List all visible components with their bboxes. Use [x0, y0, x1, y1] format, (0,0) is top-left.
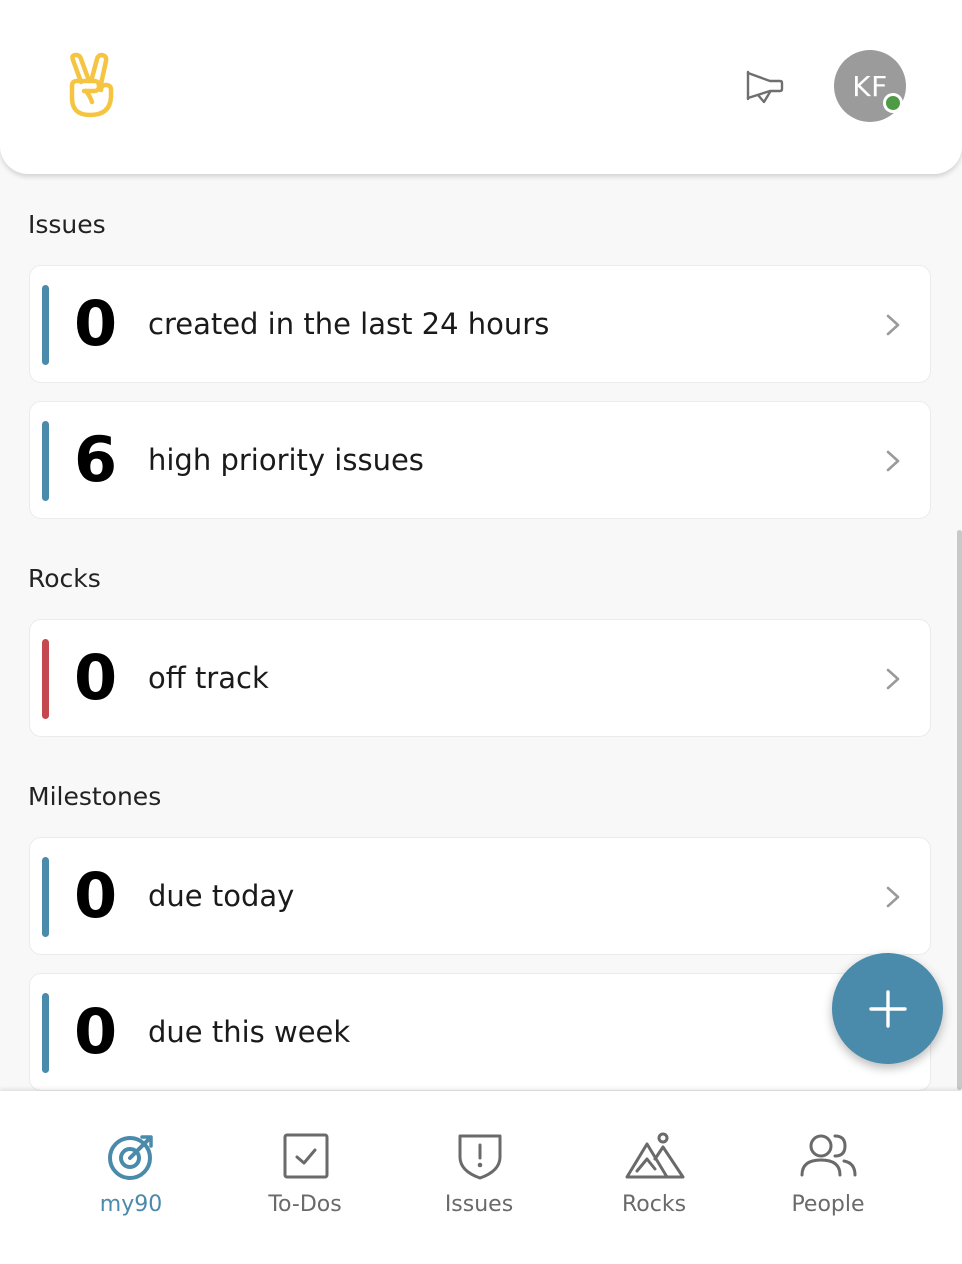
chevron-right-icon	[886, 886, 900, 908]
avatar-initials: KF	[852, 69, 888, 103]
card-label: high priority issues	[148, 443, 424, 477]
status-stripe	[42, 857, 49, 937]
card-count: 0	[74, 641, 118, 714]
card-label: due this week	[148, 1015, 351, 1049]
high-priority-issues-card[interactable]: 6 high priority issues	[29, 401, 931, 519]
nav-item-rocks[interactable]: Rocks	[567, 1091, 741, 1264]
status-stripe	[42, 421, 49, 501]
mountains-icon	[625, 1132, 685, 1179]
nav-item-people[interactable]: People	[741, 1091, 915, 1264]
app-header: KF	[0, 0, 962, 174]
peace-hand-icon[interactable]	[62, 52, 118, 120]
card-count: 0	[74, 995, 118, 1068]
megaphone-icon[interactable]	[744, 68, 784, 104]
nav-item-my90[interactable]: my90	[44, 1091, 218, 1264]
nav-label: my90	[99, 1192, 163, 1217]
people-icon	[800, 1134, 857, 1177]
card-label: created in the last 24 hours	[148, 307, 550, 341]
chevron-right-icon	[886, 314, 900, 336]
card-label: due today	[148, 879, 295, 913]
nav-label: Issues	[444, 1192, 514, 1217]
plus-icon	[868, 989, 907, 1028]
rocks-off-track-card[interactable]: 0 off track	[29, 619, 931, 737]
add-button[interactable]	[832, 953, 943, 1064]
status-stripe	[42, 285, 49, 365]
checkbox-icon	[283, 1133, 329, 1179]
issues-created-24h-card[interactable]: 0 created in the last 24 hours	[29, 265, 931, 383]
card-label: off track	[148, 661, 269, 695]
card-count: 6	[74, 423, 118, 496]
nav-item-issues[interactable]: Issues	[392, 1091, 566, 1264]
chevron-right-icon	[886, 668, 900, 690]
shield-alert-icon	[458, 1134, 502, 1180]
section-title-issues: Issues	[28, 210, 106, 239]
milestones-due-this-week-card[interactable]: 0 due this week	[29, 973, 931, 1091]
card-count: 0	[74, 859, 118, 932]
bottom-navigation: my90 To-Dos Issues Rocks People	[0, 1091, 962, 1264]
nav-label: Rocks	[621, 1192, 687, 1217]
target-icon	[108, 1135, 153, 1180]
scrollbar[interactable]	[957, 530, 962, 1090]
card-count: 0	[74, 287, 118, 360]
nav-label: To-Dos	[268, 1192, 342, 1217]
status-stripe	[42, 639, 49, 719]
section-title-rocks: Rocks	[28, 564, 101, 593]
nav-label: People	[791, 1192, 865, 1217]
milestones-due-today-card[interactable]: 0 due today	[29, 837, 931, 955]
status-stripe	[42, 993, 49, 1073]
section-title-milestones: Milestones	[28, 782, 162, 811]
online-status-dot	[883, 93, 903, 113]
chevron-right-icon	[886, 450, 900, 472]
nav-item-todos[interactable]: To-Dos	[218, 1091, 392, 1264]
